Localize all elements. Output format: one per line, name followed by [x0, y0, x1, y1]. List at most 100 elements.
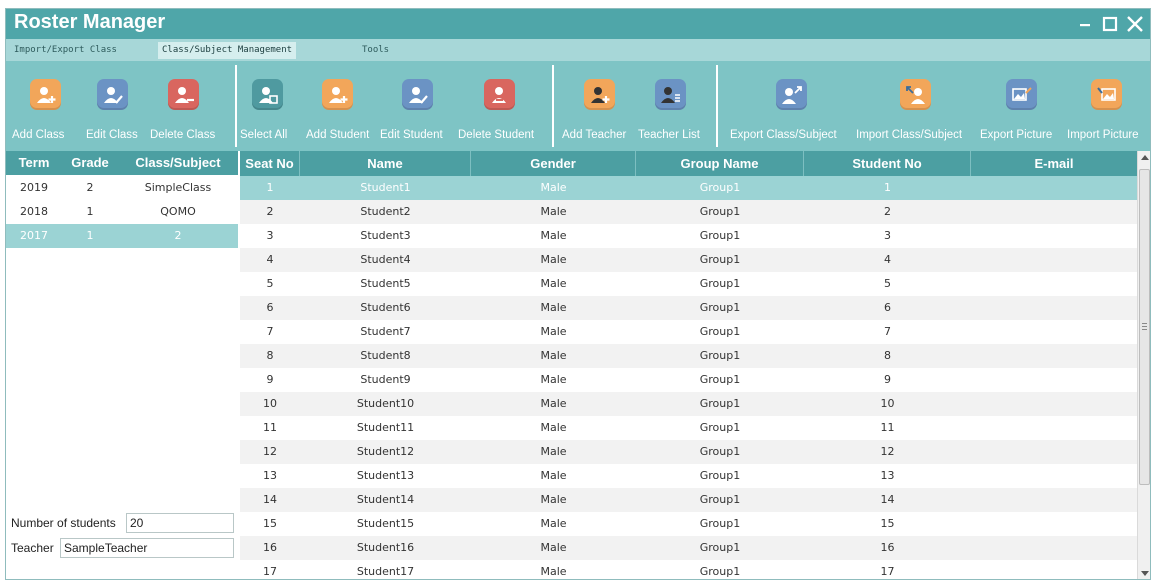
edit-student-icon: [402, 79, 433, 110]
number-of-students-field[interactable]: 20: [126, 513, 234, 533]
scroll-up-arrow[interactable]: [1141, 155, 1149, 160]
class-row-selected[interactable]: 2017 1 2: [6, 224, 238, 248]
gender-cell: Male: [540, 253, 567, 266]
student-no-cell: 13: [880, 469, 895, 482]
student-row[interactable]: 7 Student7 Male Group1 7: [240, 320, 1137, 344]
import-picture-label: Import Picture: [1067, 129, 1139, 141]
scroll-down-arrow[interactable]: [1141, 571, 1149, 576]
class-grade-cell: 1: [86, 205, 94, 218]
student-no-cell: 8: [884, 349, 891, 362]
teacher-field[interactable]: SampleTeacher: [60, 538, 234, 558]
class-term-cell: 2019: [20, 181, 48, 194]
scroll-grip: [1142, 323, 1147, 324]
column-header-group-name[interactable]: Group Name: [636, 151, 804, 176]
student-row[interactable]: 10 Student10 Male Group1 10: [240, 392, 1137, 416]
email-cell: [971, 344, 1137, 368]
student-no-cell: 12: [880, 445, 895, 458]
column-header-student-no[interactable]: Student No: [804, 151, 971, 176]
student-row[interactable]: 9 Student9 Male Group1 9: [240, 368, 1137, 392]
delete-class-button[interactable]: Delete Class: [150, 79, 230, 145]
student-no-cell: 15: [880, 517, 895, 530]
student-no-cell: 7: [884, 325, 891, 338]
student-no-cell: 3: [884, 229, 891, 242]
gender-cell: Male: [540, 469, 567, 482]
student-no-cell: 17: [880, 565, 895, 578]
maximize-icon[interactable]: [1097, 10, 1123, 38]
gender-cell: Male: [540, 565, 567, 578]
group-name-cell: Group1: [699, 229, 741, 242]
group-name-cell: Group1: [699, 325, 741, 338]
export-picture-button[interactable]: Export Picture: [980, 79, 1066, 145]
student-row-selected[interactable]: 1 Student1 Male Group1 1: [240, 176, 1137, 200]
student-row[interactable]: 2 Student2 Male Group1 2: [240, 200, 1137, 224]
add-teacher-button[interactable]: Add Teacher: [562, 79, 634, 145]
email-cell: [971, 440, 1137, 464]
student-row[interactable]: 12 Student12 Male Group1 12: [240, 440, 1137, 464]
email-cell: [971, 416, 1137, 440]
student-name-cell: Student11: [356, 421, 415, 434]
minimize-icon[interactable]: [1072, 10, 1098, 38]
student-no-cell: 4: [884, 253, 891, 266]
group-name-cell: Group1: [699, 397, 741, 410]
student-row[interactable]: 13 Student13 Male Group1 13: [240, 464, 1137, 488]
gender-cell: Male: [540, 205, 567, 218]
add-student-button[interactable]: Add Student: [304, 79, 376, 145]
student-row[interactable]: 3 Student3 Male Group1 3: [240, 224, 1137, 248]
student-row[interactable]: 4 Student4 Male Group1 4: [240, 248, 1137, 272]
menu-import-export-class[interactable]: Import/Export Class: [10, 42, 121, 59]
student-no-cell: 6: [884, 301, 891, 314]
column-header-term[interactable]: Term: [6, 151, 62, 175]
close-icon[interactable]: [1122, 10, 1148, 38]
menu-tools[interactable]: Tools: [358, 42, 393, 59]
scroll-thumb[interactable]: [1139, 169, 1150, 485]
column-header-email[interactable]: E-mail: [971, 151, 1137, 176]
edit-class-button[interactable]: Edit Class: [84, 79, 150, 145]
toolbar: Add Class Edit Class Delete Class Select…: [6, 61, 1150, 151]
student-row[interactable]: 14 Student14 Male Group1 14: [240, 488, 1137, 512]
student-name-cell: Student2: [360, 205, 411, 218]
class-grade-cell: 2: [86, 181, 94, 194]
export-class-subject-button[interactable]: Export Class/Subject: [728, 79, 852, 145]
teacher-list-button[interactable]: Teacher List: [638, 79, 708, 145]
seat-no-cell: 7: [266, 325, 274, 338]
student-row[interactable]: 6 Student6 Male Group1 6: [240, 296, 1137, 320]
student-row[interactable]: 15 Student15 Male Group1 15: [240, 512, 1137, 536]
student-row[interactable]: 16 Student16 Male Group1 16: [240, 536, 1137, 560]
delete-student-button[interactable]: Delete Student: [456, 79, 550, 145]
student-row[interactable]: 8 Student8 Male Group1 8: [240, 344, 1137, 368]
vertical-scrollbar[interactable]: [1137, 151, 1150, 579]
import-class-subject-button[interactable]: Import Class/Subject: [854, 79, 978, 145]
menu-class-subject-management[interactable]: Class/Subject Management: [158, 42, 297, 59]
select-all-button[interactable]: Select All: [238, 79, 304, 145]
class-row[interactable]: 2018 1 QOMO: [6, 200, 238, 224]
email-cell: [971, 200, 1137, 224]
column-header-gender[interactable]: Gender: [471, 151, 636, 176]
student-row[interactable]: 11 Student11 Male Group1 11: [240, 416, 1137, 440]
edit-student-button[interactable]: Edit Student: [376, 79, 456, 145]
seat-no-cell: 13: [263, 469, 277, 482]
class-row[interactable]: 2019 2 SimpleClass: [6, 176, 238, 200]
email-cell: [971, 512, 1137, 536]
student-name-cell: Student16: [356, 541, 415, 554]
group-name-cell: Group1: [699, 565, 741, 578]
roster-manager-window: Roster Manager Import/Export Class Class…: [5, 8, 1151, 580]
group-name-cell: Group1: [699, 253, 741, 266]
student-name-cell: Student8: [360, 349, 411, 362]
email-cell: [971, 224, 1137, 248]
column-header-grade[interactable]: Grade: [62, 151, 118, 175]
group-name-cell: Group1: [699, 445, 741, 458]
group-name-cell: Group1: [699, 301, 741, 314]
student-no-cell: 11: [880, 421, 895, 434]
add-teacher-label: Add Teacher: [562, 129, 627, 141]
student-name-cell: Student5: [360, 277, 411, 290]
student-row[interactable]: 17 Student17 Male Group1 17: [240, 560, 1137, 579]
student-name-cell: Student13: [356, 469, 415, 482]
student-grid: Seat No Name Gender Group Name Student N…: [240, 151, 1137, 579]
column-header-class-subject[interactable]: Class/Subject: [118, 151, 238, 175]
add-class-button[interactable]: Add Class: [6, 79, 84, 145]
column-header-name[interactable]: Name: [300, 151, 471, 176]
column-header-seat-no[interactable]: Seat No: [240, 151, 300, 176]
import-picture-button[interactable]: Import Picture: [1067, 79, 1150, 145]
student-row[interactable]: 5 Student5 Male Group1 5: [240, 272, 1137, 296]
seat-no-cell: 12: [263, 445, 277, 458]
